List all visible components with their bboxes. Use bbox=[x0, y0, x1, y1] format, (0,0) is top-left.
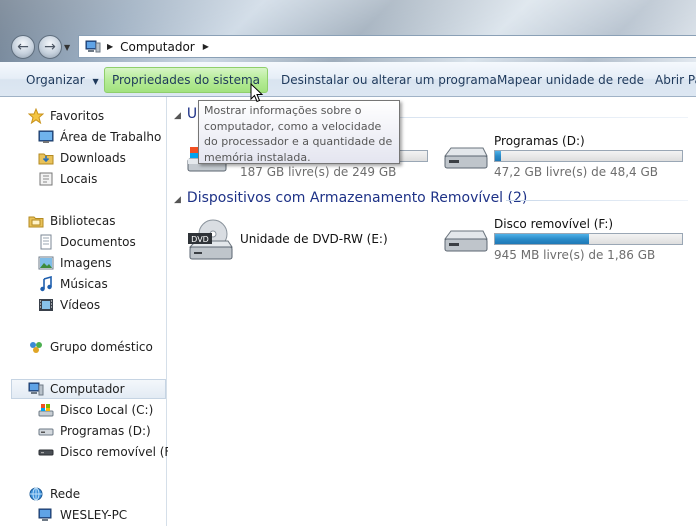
open-control-panel-button[interactable]: Abrir Pa bbox=[655, 68, 696, 92]
sidebar-item-pictures[interactable]: Imagens bbox=[0, 253, 167, 273]
system-drive-icon bbox=[38, 402, 54, 418]
drive-d-usage-fill bbox=[495, 151, 501, 161]
homegroup-icon bbox=[28, 339, 44, 355]
sidebar-item-label: Downloads bbox=[60, 151, 126, 165]
drive-f-name[interactable]: Disco removível (F:) bbox=[494, 217, 613, 231]
back-button[interactable]: ← bbox=[11, 35, 35, 59]
sidebar-item-libraries[interactable]: Bibliotecas bbox=[0, 211, 167, 231]
address-bar[interactable]: ▶ Computador ▶ bbox=[78, 35, 696, 58]
sidebar-item-label: WESLEY-PC bbox=[60, 508, 128, 522]
drive-f-usage-fill bbox=[495, 234, 589, 244]
system-properties-button[interactable]: Propriedades do sistema bbox=[104, 67, 268, 93]
sidebar-item-removable-f[interactable]: Disco removível (F:) bbox=[0, 442, 179, 462]
hard-disks-group-header[interactable]: ◢ U bbox=[174, 106, 197, 122]
removable-drive-icon[interactable] bbox=[441, 227, 489, 257]
sidebar-item-places[interactable]: Locais bbox=[0, 169, 167, 189]
drive-c-free-space: 187 GB livre(s) de 249 GB bbox=[240, 165, 397, 179]
organize-label: Organizar bbox=[26, 73, 85, 87]
sidebar-item-label: Rede bbox=[50, 487, 81, 501]
sidebar-item-favorites[interactable]: Favoritos bbox=[0, 106, 167, 126]
computer-icon bbox=[28, 381, 44, 397]
sidebar-item-label: Disco removível (F:) bbox=[60, 445, 180, 459]
sidebar-item-label: Imagens bbox=[60, 256, 112, 270]
drive-f-free-space: 945 MB livre(s) de 1,86 GB bbox=[494, 248, 656, 262]
drive-d-free-space: 47,2 GB livre(s) de 48,4 GB bbox=[494, 165, 659, 179]
breadcrumb-separator-icon[interactable]: ▶ bbox=[203, 42, 209, 51]
computer-icon bbox=[85, 40, 101, 54]
sidebar-item-computer[interactable]: Computador bbox=[11, 379, 166, 399]
computer-icon bbox=[38, 507, 54, 523]
sidebar-item-label: Programas (D:) bbox=[60, 424, 151, 438]
arrow-right-icon: → bbox=[44, 39, 56, 55]
pictures-icon bbox=[38, 255, 54, 271]
sidebar-item-music[interactable]: Músicas bbox=[0, 274, 167, 294]
removable-drive-icon bbox=[38, 444, 54, 460]
group-divider bbox=[506, 200, 688, 201]
library-icon bbox=[28, 213, 44, 229]
mouse-pointer-icon bbox=[250, 82, 264, 106]
videos-icon bbox=[38, 297, 54, 313]
documents-icon bbox=[38, 234, 54, 250]
sidebar-item-label: Área de Trabalho bbox=[60, 130, 162, 144]
hard-drive-icon[interactable] bbox=[441, 144, 489, 174]
collapse-triangle-icon: ◢ bbox=[174, 111, 181, 121]
sidebar-item-programs-d[interactable]: Programas (D:) bbox=[0, 421, 167, 441]
network-icon bbox=[28, 486, 44, 502]
navigation-pane: Favoritos Área de Trabalho Downloads Loc… bbox=[0, 97, 179, 526]
sidebar-item-label: Computador bbox=[50, 382, 125, 396]
sidebar-item-label: Locais bbox=[60, 172, 98, 186]
organize-button[interactable]: Organizar ▼ bbox=[26, 68, 99, 92]
dvd-drive-name[interactable]: Unidade de DVD-RW (E:) bbox=[240, 232, 388, 246]
uninstall-program-button[interactable]: Desinstalar ou alterar um programa bbox=[281, 68, 497, 92]
sidebar-item-label: Vídeos bbox=[60, 298, 101, 312]
sidebar-item-videos[interactable]: Vídeos bbox=[0, 295, 167, 315]
recent-places-icon bbox=[38, 171, 54, 187]
map-network-drive-button[interactable]: Mapear unidade de rede bbox=[497, 68, 644, 92]
arrow-left-icon: ← bbox=[17, 39, 29, 55]
collapse-triangle-icon: ◢ bbox=[174, 195, 181, 205]
dvd-logo-text: DVD bbox=[191, 235, 209, 244]
history-dropdown-icon[interactable]: ▼ bbox=[64, 43, 74, 53]
command-bar: Organizar ▼ Propriedades do sistema Desi… bbox=[0, 62, 696, 97]
system-properties-tooltip: Mostrar informações sobre o computador, … bbox=[198, 100, 400, 164]
sidebar-item-documents[interactable]: Documentos bbox=[0, 232, 167, 252]
sidebar-item-label: Músicas bbox=[60, 277, 108, 291]
sidebar-item-downloads[interactable]: Downloads bbox=[0, 148, 167, 168]
forward-button[interactable]: → bbox=[38, 35, 62, 59]
sidebar-item-network[interactable]: Rede bbox=[0, 484, 167, 504]
breadcrumb-separator-icon[interactable]: ▶ bbox=[107, 42, 113, 51]
chevron-down-icon: ▼ bbox=[92, 77, 99, 86]
sidebar-item-wesley-pc[interactable]: WESLEY-PC bbox=[0, 505, 167, 525]
drive-f-usage-bar bbox=[494, 233, 683, 245]
sidebar-item-label: Grupo doméstico bbox=[50, 340, 153, 354]
sidebar-item-label: Favoritos bbox=[50, 109, 105, 123]
sidebar-item-label: Disco Local (C:) bbox=[60, 403, 154, 417]
sidebar-item-local-disk-c[interactable]: Disco Local (C:) bbox=[0, 400, 167, 420]
desktop-icon bbox=[38, 129, 54, 145]
hard-drive-icon bbox=[38, 423, 54, 439]
drive-d-usage-bar bbox=[494, 150, 683, 162]
dvd-drive-icon[interactable]: DVD bbox=[186, 217, 234, 265]
breadcrumb-computer[interactable]: Computador bbox=[120, 40, 195, 54]
star-icon bbox=[27, 107, 45, 125]
downloads-folder-icon bbox=[38, 150, 54, 166]
drive-d-name[interactable]: Programas (D:) bbox=[494, 134, 585, 148]
removable-group-header[interactable]: ◢ Dispositivos com Armazenamento Removíve… bbox=[174, 190, 527, 206]
sidebar-item-label: Bibliotecas bbox=[50, 214, 116, 228]
sidebar-item-homegroup[interactable]: Grupo doméstico bbox=[0, 337, 167, 357]
sidebar-item-label: Documentos bbox=[60, 235, 136, 249]
music-icon bbox=[38, 275, 54, 292]
sidebar-item-desktop[interactable]: Área de Trabalho bbox=[0, 127, 167, 147]
